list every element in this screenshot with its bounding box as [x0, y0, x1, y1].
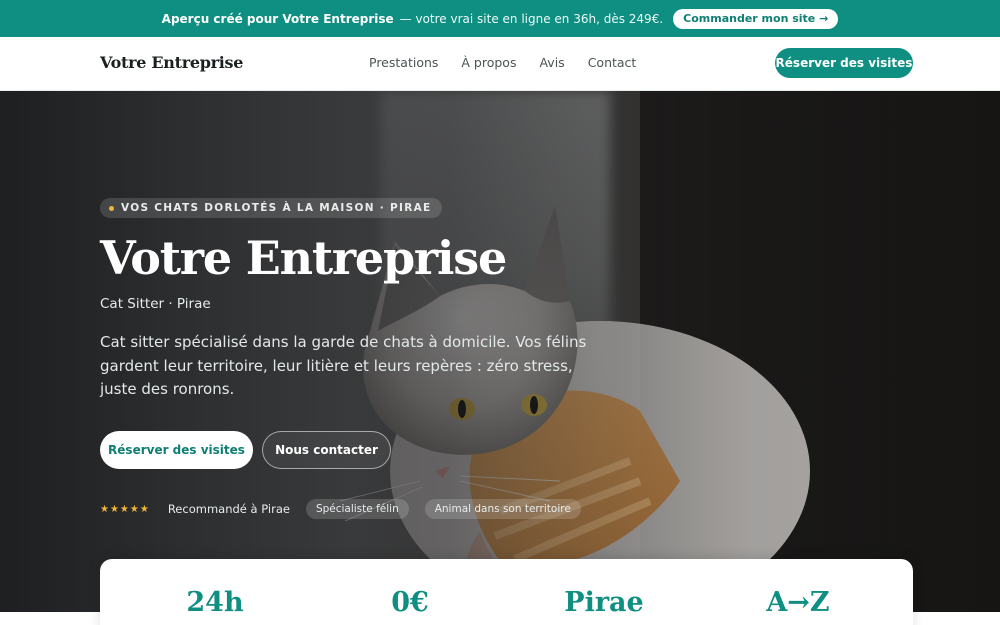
social-proof: ★★★★★ Recommandé à Pirae Spécialiste fél… [100, 499, 597, 519]
hero-subtitle: Cat Sitter · Pirae [100, 296, 211, 312]
dot-icon [109, 205, 114, 211]
nav-link-prestations[interactable]: Prestations [369, 55, 438, 70]
hero-section: VOS CHATS DORLOTÉS À LA MAISON · PIRAE V… [0, 91, 1000, 612]
nav-book-visits-button[interactable]: Réserver des visites [775, 48, 913, 78]
stat-zero-fees: 0€ [391, 587, 429, 618]
stats-card: 24h 0€ Pirae A→Z [100, 559, 913, 625]
hero-eyebrow-badge: VOS CHATS DORLOTÉS À LA MAISON · PIRAE [100, 198, 442, 218]
chip-animal-territory: Animal dans son territoire [424, 499, 581, 519]
contact-us-button[interactable]: Nous contacter [262, 431, 391, 469]
site-logo[interactable]: Votre Entreprise [100, 53, 243, 72]
top-navigation: Votre Entreprise Prestations À propos Av… [0, 37, 1000, 91]
stat-location: Pirae [564, 587, 644, 618]
nav-links: Prestations À propos Avis Contact [369, 55, 636, 70]
stat-24h: 24h [186, 587, 244, 618]
book-visits-button[interactable]: Réserver des visites [100, 431, 253, 469]
stat-a-to-z: A→Z [766, 587, 830, 618]
hero-description: Cat sitter spécialisé dans la garde de c… [100, 333, 587, 398]
nav-link-reviews[interactable]: Avis [539, 55, 564, 70]
promo-banner: Aperçu créé pour Votre Entreprise — votr… [0, 0, 1000, 37]
promo-brand: Aperçu créé pour Votre Entreprise [161, 11, 394, 26]
recommendation-text: Recommandé à Pirae [167, 502, 290, 516]
hero-eyebrow-text: VOS CHATS DORLOTÉS À LA MAISON · PIRAE [121, 202, 432, 214]
chip-feline-specialist: Spécialiste félin [305, 499, 409, 519]
rating-stars-icon: ★★★★★ [100, 503, 150, 515]
nav-link-about[interactable]: À propos [461, 55, 516, 70]
order-site-button[interactable]: Commander mon site → [673, 8, 839, 29]
nav-link-contact[interactable]: Contact [588, 55, 637, 70]
hero-title: Votre Entreprise [100, 231, 507, 285]
promo-text: — votre vrai site en ligne en 36h, dès 2… [399, 11, 664, 26]
